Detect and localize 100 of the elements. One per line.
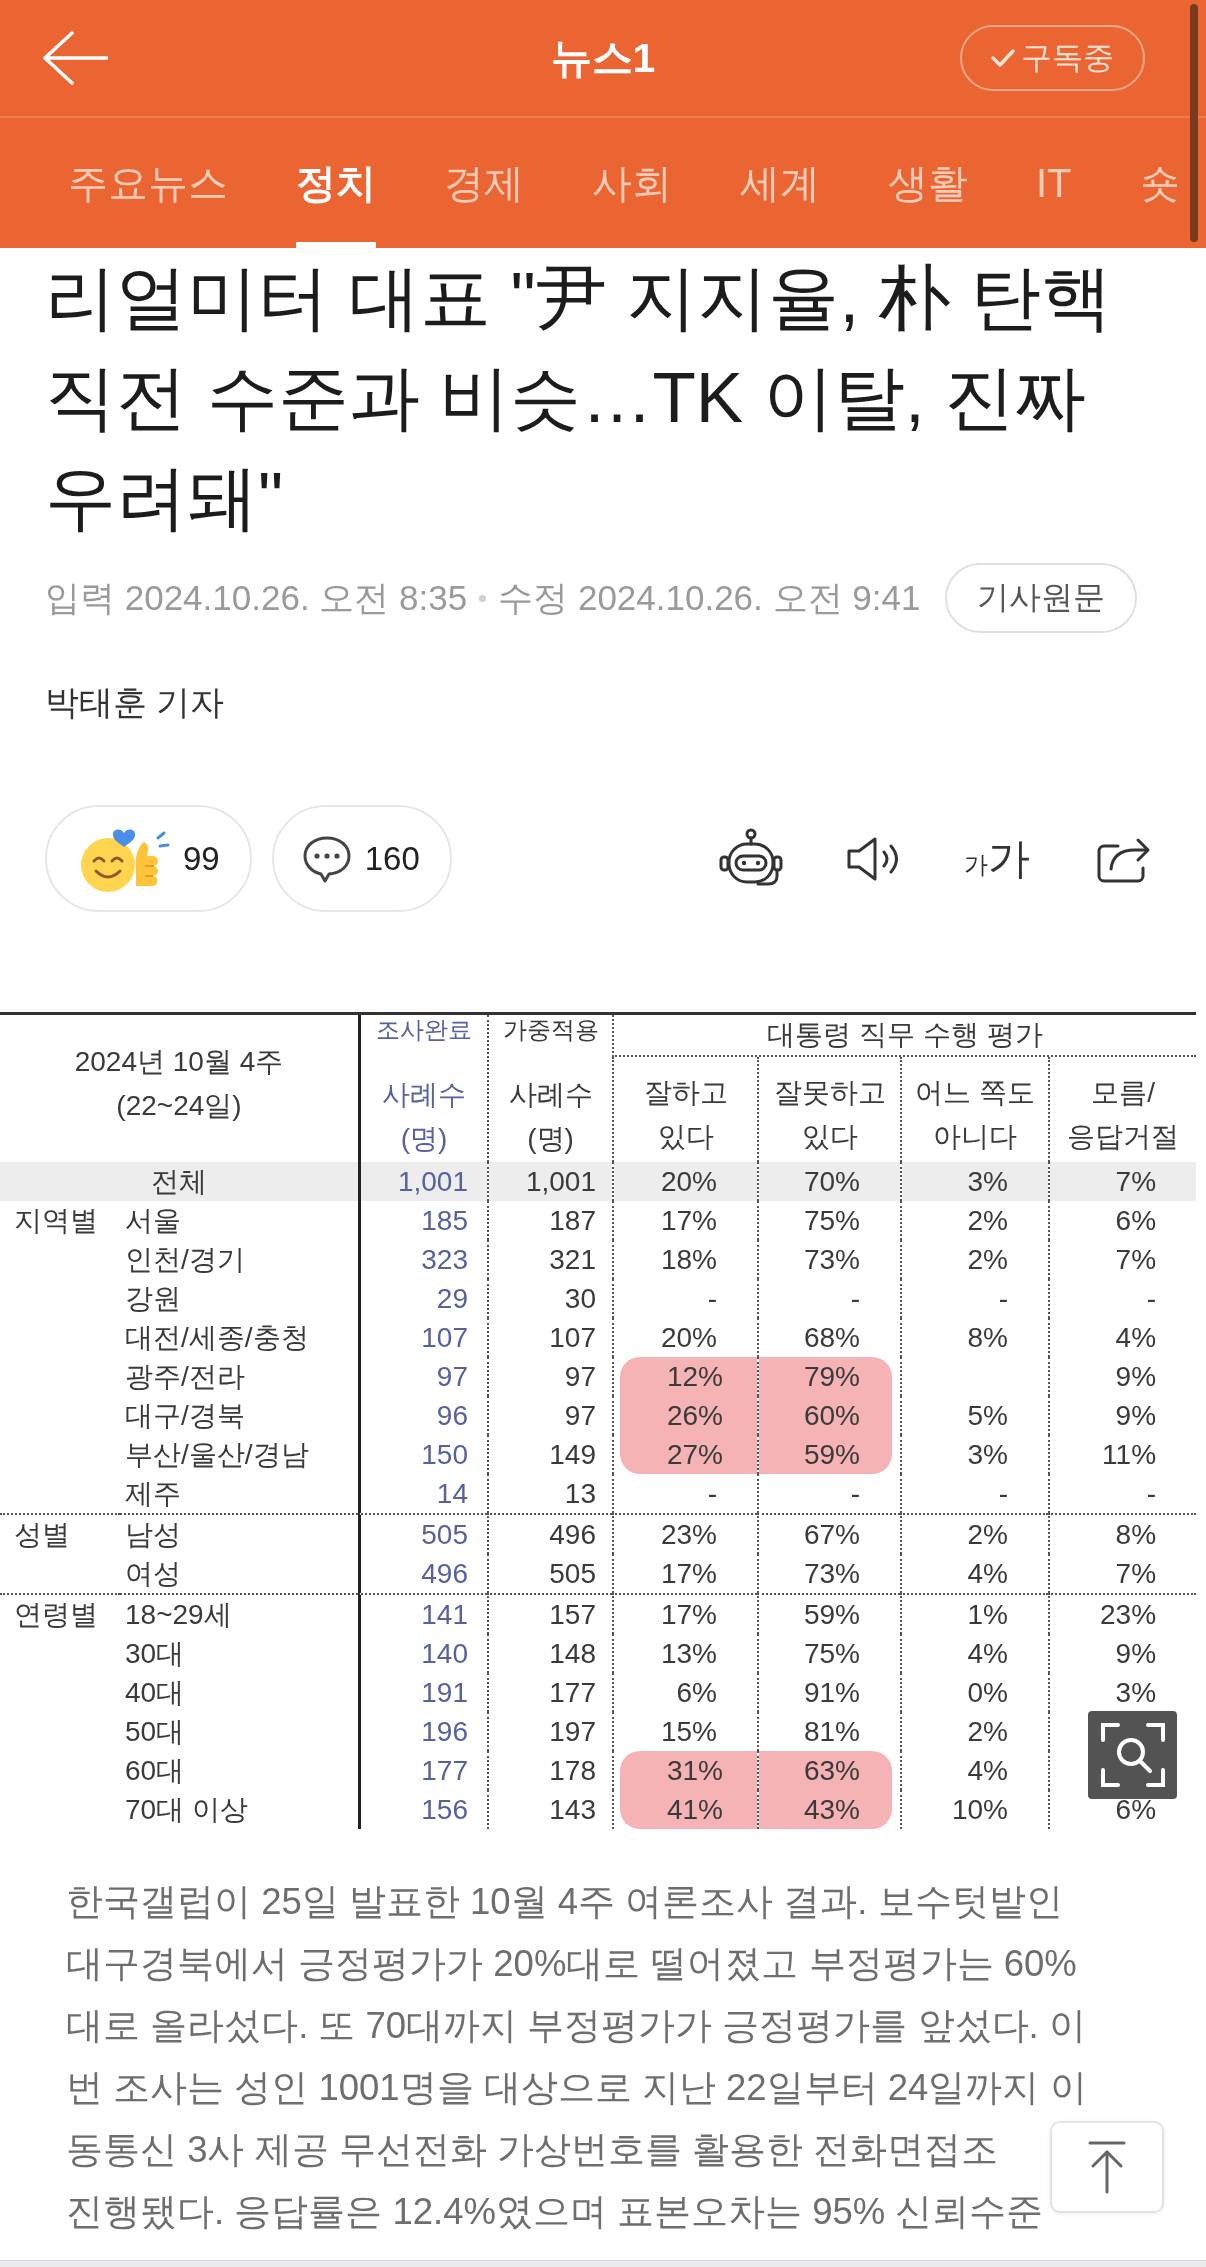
table-cell-text: 2% [966, 1243, 1009, 1277]
table-cell-text: 67% [802, 1518, 861, 1552]
comment-button[interactable]: 160 [271, 805, 452, 912]
table-cell-text: 17% [659, 1557, 718, 1591]
table-cell-text: 107 [548, 1321, 597, 1355]
table-cell-text: 185 [420, 1204, 469, 1238]
table-cell-text: 10% [950, 1793, 1009, 1827]
row-label: 여성 [124, 1556, 182, 1591]
caption-line: 대구경북에서 긍정평가가 20%대로 떨어졌고 부정평가는 60% [66, 1942, 1077, 1986]
table-cell-text: 68% [802, 1321, 861, 1355]
table-cell-text: 11% [1101, 1438, 1158, 1472]
table-cell-text: 2% [966, 1204, 1009, 1238]
table-cell: 41% [620, 1790, 757, 1829]
check-icon [991, 48, 1015, 68]
table-cell-text: 97 [563, 1399, 597, 1433]
row-label: 50대 [124, 1714, 186, 1749]
table-cell-text: 0% [966, 1676, 1009, 1710]
table-cell-text: 17% [659, 1598, 718, 1632]
subscribe-button[interactable]: 구독중 [960, 25, 1145, 91]
table-cell-text: 4% [966, 1557, 1009, 1591]
category-tab[interactable]: 숏 [1139, 118, 1180, 248]
table-cell: 12% [620, 1357, 757, 1396]
table-cell-text: 17% [659, 1204, 718, 1238]
table-cell-text: 505 [548, 1557, 597, 1591]
row-group-label: 연령별 [0, 1593, 120, 1634]
category-tab[interactable]: 경제 [444, 118, 524, 248]
scroll-to-top-button[interactable] [1050, 2121, 1164, 2213]
table-cell-text: 3% [966, 1438, 1009, 1472]
row-group-label: 성별 [0, 1513, 120, 1554]
original-article-button[interactable]: 기사원문 [945, 563, 1137, 633]
table-cell-text: 8% [1114, 1518, 1158, 1552]
row-label: 부산/울산/경남 [124, 1437, 310, 1472]
table-cell-text: 5% [966, 1399, 1009, 1433]
font-size-button[interactable]: 가가 [964, 830, 1030, 887]
table-cell-text: - [706, 1477, 718, 1511]
table-cell-text: 3% [1114, 1676, 1158, 1710]
reporter-name: 박태훈 기자 [44, 682, 225, 723]
table-cell-text: 81% [802, 1715, 861, 1749]
row-label: 18~29세 [120, 1593, 358, 1634]
table-cell-text: 143 [548, 1793, 597, 1827]
back-arrow-icon [42, 30, 108, 86]
category-tab[interactable]: 정치 [296, 118, 376, 248]
category-tab[interactable]: 세계 [740, 118, 820, 248]
article-title: 리얼미터 대표 "尹 지지율, 朴 탄핵 직전 수준과 비슷…TK 이탈, 진짜 우려돼" [44, 257, 1113, 539]
row-label: 대구/경북 [124, 1398, 246, 1433]
table-cell: 1,001 [489, 1162, 612, 1201]
table-cell-text: 73% [802, 1243, 861, 1277]
category-tab[interactable]: 주요뉴스 [68, 118, 228, 248]
table-cell-text: - [849, 1282, 861, 1316]
category-tab[interactable]: 사회 [592, 118, 672, 248]
table-cell-text: 140 [420, 1637, 469, 1671]
app-title: 뉴스1 [550, 33, 656, 83]
table-cell-text: 157 [548, 1598, 597, 1632]
reaction-button[interactable]: 99 [45, 805, 252, 912]
table-cell-text: 7% [1114, 1243, 1158, 1277]
row-label: 강원 [124, 1281, 182, 1316]
row-label: 제주 [124, 1476, 182, 1511]
row-label: 남성 [120, 1513, 358, 1554]
table-cell-text: 97 [435, 1360, 469, 1394]
table-cell-text: 156 [420, 1793, 469, 1827]
table-cell-text: 73% [802, 1557, 861, 1591]
table-cell-text: 196 [420, 1715, 469, 1749]
table-cell-text: 59% [802, 1598, 861, 1632]
table-cell-text: 20% [659, 1321, 718, 1355]
table-cell-text: 14 [435, 1477, 469, 1511]
table-cell-text: 23% [1099, 1598, 1158, 1632]
table-cell-text: 4% [1114, 1321, 1158, 1355]
table-cell-text: 148 [548, 1637, 597, 1671]
caption-line: 한국갤럽이 25일 발표한 10월 4주 여론조사 결과. 보수텃밭인 [66, 1880, 1063, 1924]
caption-line: 번 조사는 성인 1001명을 대상으로 지난 22일부터 24일까지 이 [66, 2066, 1087, 2110]
category-tab[interactable]: 생활 [888, 118, 968, 248]
table-cell-text: 91% [802, 1676, 861, 1710]
table-cell-text: 150 [420, 1438, 469, 1472]
table-cell-text: 2% [966, 1518, 1009, 1552]
table-cell-text: 15% [659, 1715, 718, 1749]
table-cell-text: 177 [548, 1676, 597, 1710]
table-cell-text: 323 [420, 1243, 469, 1277]
table-cell-text: 30 [563, 1282, 597, 1316]
table-cell-text: 9% [1114, 1360, 1158, 1394]
caption-line: 진행됐다. 응답률은 12.4%였으며 표본오차는 95% 신뢰수준 [66, 2190, 1044, 2234]
table-cell-text: 23% [659, 1518, 718, 1552]
category-tab[interactable]: IT [1036, 118, 1072, 248]
image-zoom-button[interactable] [1088, 1711, 1177, 1799]
back-button[interactable] [42, 30, 108, 86]
table-cell-text: 187 [548, 1204, 597, 1238]
table-cell-text: - [849, 1477, 861, 1511]
table-cell-text: 107 [420, 1321, 469, 1355]
speech-bubble-icon [301, 834, 352, 883]
table-cell: 20% [614, 1162, 757, 1201]
table-cell-text: 178 [548, 1754, 597, 1788]
table-cell-text: 13% [659, 1637, 718, 1671]
table-cell: 70% [759, 1162, 900, 1201]
table-cell-text: 321 [548, 1243, 597, 1277]
column-group-header: 대통령 직무 수행 평가 [612, 1015, 1197, 1057]
row-label: 40대 [124, 1675, 186, 1710]
table-cell-text: 2% [966, 1715, 1009, 1749]
table-cell-text: 4% [966, 1754, 1009, 1788]
table-cell-text: 505 [420, 1518, 469, 1552]
table-cell: 7% [1050, 1162, 1197, 1201]
table-cell: 27% [620, 1435, 757, 1474]
